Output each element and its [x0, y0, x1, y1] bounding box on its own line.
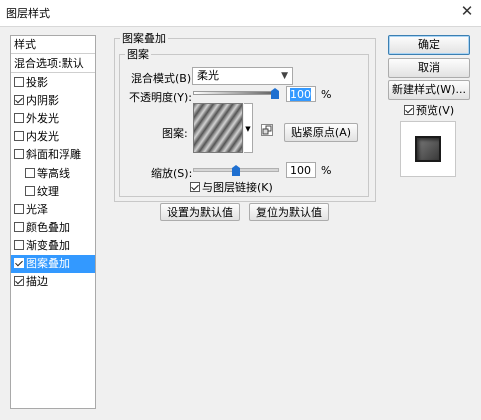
pattern-label: 图案:	[162, 127, 188, 140]
chevron-down-icon: ▼	[281, 71, 288, 81]
blend-mode-value: 柔光	[197, 69, 219, 82]
style-item[interactable]: 纹理	[11, 183, 95, 201]
checkbox-icon[interactable]	[14, 77, 24, 87]
set-default-button[interactable]: 设置为默认值	[160, 203, 240, 221]
opacity-slider[interactable]	[193, 91, 279, 95]
style-item[interactable]: 投影	[11, 74, 95, 92]
style-item[interactable]: 光泽	[11, 201, 95, 219]
window-title: 图层样式	[6, 7, 50, 20]
cancel-button[interactable]: 取消	[388, 58, 470, 78]
preview-checkbox[interactable]: 预览(V)	[404, 102, 454, 118]
style-item-label: 纹理	[37, 184, 59, 198]
link-with-layer-checkbox[interactable]: 与图层链接(K)	[190, 179, 273, 195]
style-item[interactable]: 外发光	[11, 110, 95, 128]
pattern-picker-arrow-icon[interactable]: ▼	[244, 103, 253, 153]
scale-input[interactable]: 100	[286, 162, 316, 178]
style-item[interactable]: 内阴影	[11, 92, 95, 110]
pattern-swatch[interactable]	[193, 103, 243, 153]
blend-mode-label: 混合模式(B):	[131, 72, 195, 85]
style-item-label: 颜色叠加	[26, 220, 70, 234]
style-item-label: 外发光	[26, 112, 59, 126]
checkbox-icon[interactable]	[25, 167, 35, 178]
style-item-label: 内发光	[26, 130, 59, 144]
opacity-unit: %	[321, 88, 332, 101]
link-with-layer-label: 与图层链接(K)	[202, 181, 273, 194]
style-item-label: 渐变叠加	[26, 238, 70, 252]
style-item[interactable]: 描边	[11, 273, 95, 291]
style-list: 样式 混合选项:默认 投影内阴影外发光内发光斜面和浮雕等高线纹理光泽颜色叠加渐变…	[10, 35, 96, 409]
pattern-overlay-title: 图案叠加	[120, 30, 168, 46]
style-item-label: 光泽	[26, 202, 48, 216]
blend-mode-select[interactable]: 柔光 ▼	[192, 67, 293, 85]
checkbox-icon[interactable]	[14, 258, 24, 268]
blend-options-item[interactable]: 混合选项:默认	[11, 55, 95, 73]
new-preset-icon[interactable]	[261, 124, 273, 136]
checkbox-icon[interactable]	[14, 276, 24, 287]
checkbox-icon[interactable]	[14, 95, 24, 106]
style-item[interactable]: 图案叠加	[11, 255, 95, 273]
opacity-input[interactable]: 100	[286, 86, 316, 102]
style-item-label: 投影	[26, 76, 48, 89]
scale-value: 100	[290, 164, 311, 177]
checkbox-icon[interactable]	[25, 185, 35, 196]
style-item-label: 描边	[26, 275, 48, 289]
opacity-value: 100	[290, 88, 311, 101]
checkbox-icon[interactable]	[14, 149, 24, 160]
style-preview	[400, 121, 456, 177]
style-item[interactable]: 内发光	[11, 128, 95, 146]
snap-to-origin-button[interactable]: 贴紧原点(A)	[284, 123, 358, 142]
preview-label: 预览(V)	[416, 104, 455, 117]
checkbox-icon	[190, 182, 200, 192]
preview-thumbnail	[415, 136, 441, 162]
opacity-slider-thumb[interactable]	[271, 88, 279, 99]
title-bar: 图层样式 ✕	[0, 0, 481, 26]
style-item[interactable]: 渐变叠加	[11, 237, 95, 255]
style-list-header[interactable]: 样式	[11, 36, 95, 54]
checkbox-icon[interactable]	[14, 113, 24, 124]
checkbox-icon[interactable]	[14, 203, 24, 214]
style-item-label: 斜面和浮雕	[26, 148, 81, 162]
checkbox-icon[interactable]	[14, 239, 24, 250]
style-item-label: 图案叠加	[26, 257, 70, 270]
opacity-label: 不透明度(Y):	[129, 91, 193, 104]
pattern-group-title: 图案	[125, 46, 151, 62]
scale-slider-thumb[interactable]	[232, 165, 240, 176]
close-icon[interactable]: ✕	[458, 2, 476, 20]
scale-unit: %	[321, 164, 332, 177]
checkbox-icon[interactable]	[14, 221, 24, 232]
new-style-button[interactable]: 新建样式(W)...	[388, 80, 470, 100]
scale-label: 缩放(S):	[151, 167, 193, 180]
style-item[interactable]: 颜色叠加	[11, 219, 95, 237]
style-item-label: 内阴影	[26, 94, 59, 108]
style-item-label: 等高线	[37, 166, 70, 180]
checkbox-icon[interactable]	[14, 131, 24, 142]
style-item[interactable]: 等高线	[11, 165, 95, 183]
reset-default-button[interactable]: 复位为默认值	[249, 203, 329, 221]
checkbox-icon	[404, 105, 414, 115]
ok-button[interactable]: 确定	[388, 35, 470, 55]
style-item[interactable]: 斜面和浮雕	[11, 146, 95, 164]
